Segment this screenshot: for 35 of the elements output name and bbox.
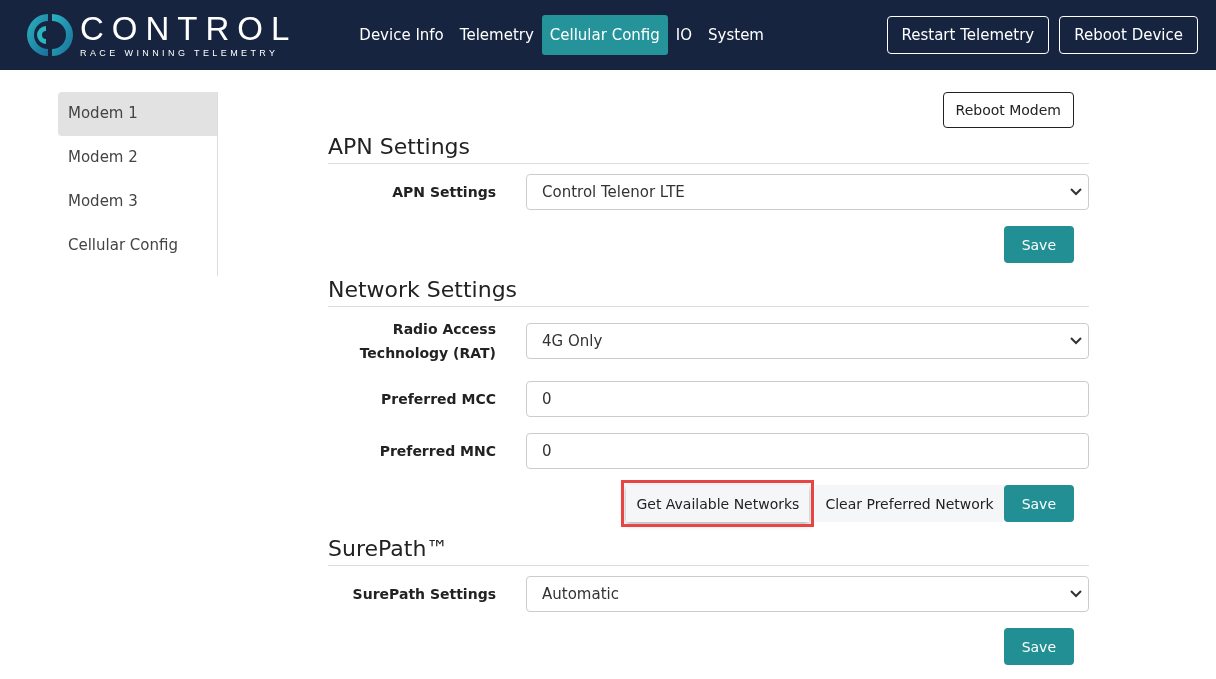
input-field[interactable]: 0 [526,433,1089,469]
select-dropdown[interactable]: Control Telenor LTE [526,174,1089,210]
nav-link[interactable]: IO [667,15,701,55]
field-label: Preferred MNC [378,442,496,461]
select-dropdown[interactable]: 4G Only [526,323,1089,359]
field-label: APN Settings [391,183,496,202]
chevron-down-icon [1070,337,1082,345]
sidebar-item[interactable]: Modem 2 [58,136,217,180]
input-field[interactable]: 0 [526,381,1089,417]
header-button[interactable]: Reboot Device [1059,16,1198,54]
sidebar-item[interactable]: Modem 1 [58,92,217,136]
field-label: Radio Access Technology (RAT) [358,320,496,363]
logo-icon [26,11,74,59]
sidebar-item[interactable]: Modem 3 [58,180,217,224]
sidebar-item[interactable]: Cellular Config [58,224,217,268]
field-label: SurePath Settings [351,585,496,604]
chevron-down-icon [1070,188,1082,196]
save-button[interactable]: Save [1003,226,1074,263]
chevron-down-icon [1070,590,1082,598]
nav-link[interactable]: Telemetry [451,15,542,55]
save-button[interactable]: Save [1003,628,1074,665]
brand-tagline: RACE WINNING TELEMETRY [80,48,280,58]
header-button[interactable]: Restart Telemetry [886,16,1050,54]
reboot-modem-button[interactable]: Reboot Modem [942,92,1074,128]
select-dropdown[interactable]: Automatic [526,576,1089,612]
nav-link[interactable]: System [700,15,772,55]
field-label: Preferred MCC [380,390,496,409]
brand-name: CONTROL [80,12,298,46]
nav-link[interactable]: Cellular Config [541,15,668,55]
section-title: Network Settings [328,277,1089,307]
nav-link[interactable]: Device Info [351,15,452,55]
section-title: SurePath™ [328,536,1089,566]
save-button[interactable]: Save [1003,485,1074,522]
action-button[interactable]: Clear Preferred Network [815,485,1004,522]
section-title: APN Settings [328,134,1089,164]
